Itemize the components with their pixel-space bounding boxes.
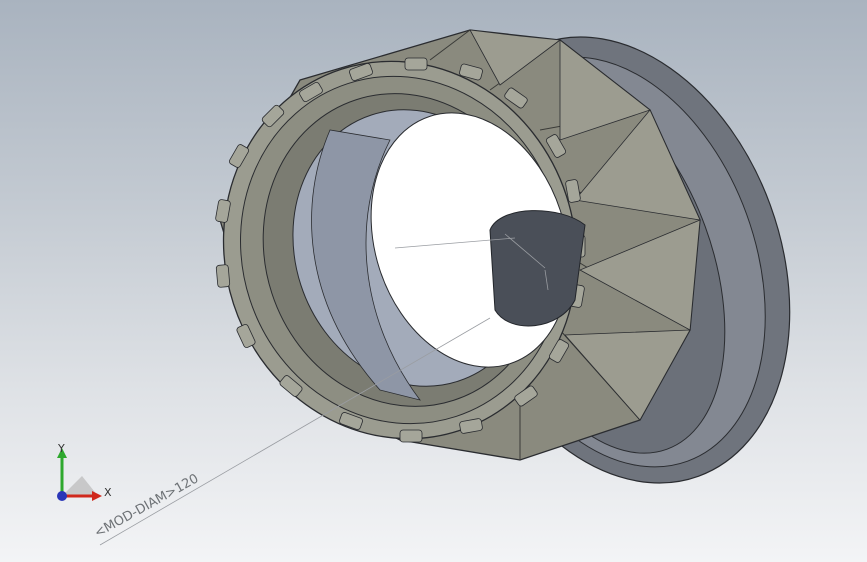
graphics-viewport[interactable]: <MOD-DIAM>120 Y X bbox=[0, 0, 867, 562]
coordinate-triad[interactable]: Y X bbox=[40, 440, 120, 510]
3d-model-view[interactable] bbox=[0, 0, 867, 562]
y-axis-label: Y bbox=[58, 442, 65, 455]
triad-axes-icon bbox=[57, 448, 102, 501]
x-axis-label: X bbox=[104, 486, 112, 499]
